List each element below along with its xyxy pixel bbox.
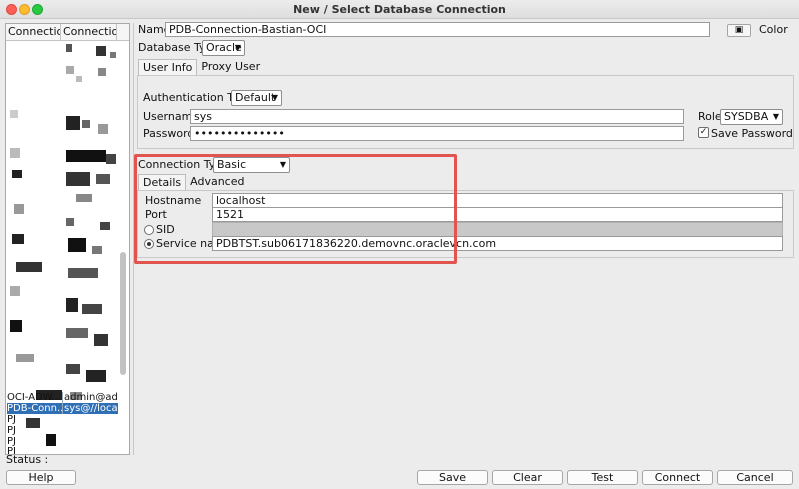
dialog-window: New / Select Database Connection Connect… (0, 0, 799, 489)
password-field[interactable]: •••••••••••••• (190, 126, 684, 141)
list-item[interactable]: PJ (7, 414, 118, 425)
color-label: Color (759, 23, 788, 36)
checkmark-icon: ✓ (699, 127, 708, 137)
list-item[interactable]: OCI-ADW...admin@ad... (7, 392, 118, 403)
connection-list[interactable]: Connectio... Connectio... (5, 23, 130, 455)
database-type-select[interactable]: Oracle ▼ (202, 40, 245, 56)
connection-list-scrollbar[interactable] (119, 42, 128, 454)
help-button[interactable]: Help (6, 470, 76, 485)
list-item-details: admin@ad... (62, 392, 117, 403)
chevron-down-icon: ▼ (234, 43, 241, 52)
scrollbar-thumb[interactable] (120, 252, 126, 375)
color-picker-button[interactable]: ▣ (727, 24, 751, 37)
list-item[interactable]: PJ (7, 425, 118, 436)
save-password-label: Save Password (711, 127, 793, 140)
chevron-down-icon: ▼ (772, 112, 779, 121)
user-tabs: User Info Proxy User (138, 59, 264, 75)
minimize-window-icon[interactable] (19, 4, 30, 15)
username-field[interactable]: sys (190, 109, 684, 124)
window-title: New / Select Database Connection (293, 3, 506, 16)
authentication-type-select[interactable]: Default ▼ (231, 90, 282, 106)
list-item-name: PJ (7, 414, 16, 425)
list-item-name: PDB-Conn... (7, 403, 62, 414)
name-field[interactable]: PDB-Connection-Bastian-OCI (165, 22, 710, 37)
status-label: Status : (6, 453, 49, 466)
connection-list-header: Connectio... Connectio... (6, 24, 129, 41)
clear-button[interactable]: Clear (492, 470, 563, 485)
close-window-icon[interactable] (6, 4, 17, 15)
list-item-details: sys@//loca... (62, 403, 117, 414)
tab-user-info[interactable]: User Info (138, 59, 198, 75)
column-header-connection-name[interactable]: Connectio... (6, 24, 61, 40)
maximize-window-icon[interactable] (32, 4, 43, 15)
connect-button[interactable]: Connect (642, 470, 713, 485)
save-password-checkbox[interactable]: ✓ (698, 127, 709, 138)
test-button[interactable]: Test (567, 470, 638, 485)
list-item-name: OCI-ADW... (7, 392, 62, 403)
list-item-selected[interactable]: PDB-Conn...sys@//loca... (7, 403, 118, 414)
role-select[interactable]: SYSDBA ▼ (720, 109, 783, 125)
list-item-name: PJ (7, 425, 16, 436)
color-swatch-icon: ▣ (734, 25, 744, 35)
role-label: Role (698, 110, 722, 123)
highlight-annotation-box (134, 154, 457, 264)
save-button[interactable]: Save (417, 470, 488, 485)
column-header-connection-details[interactable]: Connectio... (61, 24, 117, 40)
tab-proxy-user[interactable]: Proxy User (197, 59, 264, 75)
chevron-down-icon: ▼ (271, 93, 278, 102)
title-bar: New / Select Database Connection (0, 0, 799, 19)
password-label: Password (143, 127, 195, 140)
cancel-button[interactable]: Cancel (717, 470, 793, 485)
authentication-type-value: Default (235, 91, 276, 104)
role-value: SYSDBA (724, 110, 769, 123)
